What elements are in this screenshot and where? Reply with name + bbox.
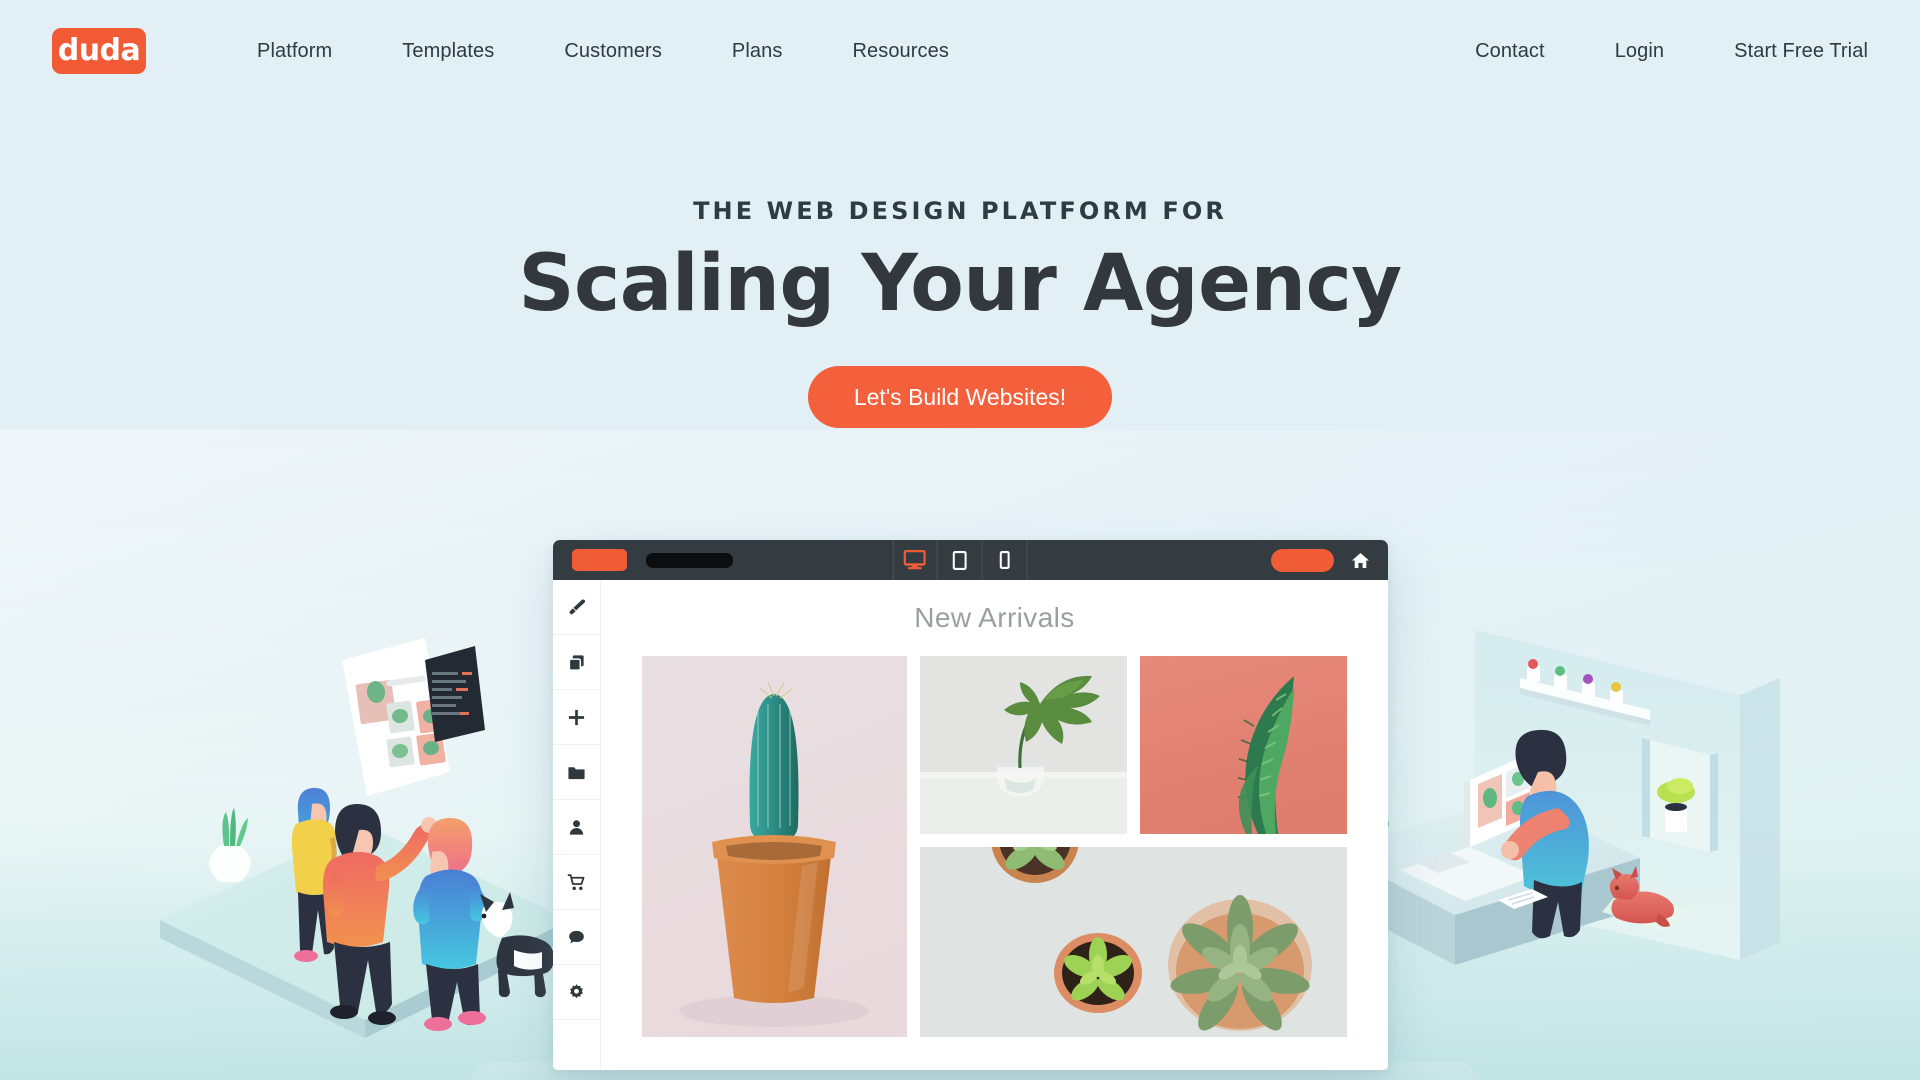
hero-section: THE WEB DESIGN PLATFORM FOR Scaling Your… bbox=[0, 102, 1920, 429]
mobile-icon bbox=[999, 551, 1010, 569]
website-editor-window: New Arrivals bbox=[553, 540, 1388, 1070]
editor-publish-button[interactable] bbox=[1271, 548, 1334, 572]
plus-icon bbox=[568, 709, 585, 725]
editor-primary-button[interactable] bbox=[572, 549, 627, 571]
editor-site-name-field bbox=[646, 552, 733, 568]
canvas-section-title: New Arrivals bbox=[914, 602, 1075, 633]
gear-icon bbox=[570, 983, 583, 998]
gallery-image-green-plant-salmon[interactable] bbox=[1140, 656, 1347, 834]
nav-item-resources[interactable]: Resources bbox=[817, 40, 984, 63]
sidebar-item-files[interactable] bbox=[553, 745, 600, 800]
chat-bubble-icon bbox=[569, 930, 584, 943]
gallery-image-monstera-leaf[interactable] bbox=[920, 656, 1127, 834]
build-websites-cta-button[interactable]: Let's Build Websites! bbox=[807, 366, 1113, 429]
duda-logo[interactable]: duda bbox=[52, 28, 146, 74]
device-mobile-button[interactable] bbox=[982, 540, 1028, 580]
desktop-icon bbox=[903, 550, 926, 570]
sidebar-item-settings[interactable] bbox=[553, 965, 600, 1020]
device-preview-switcher bbox=[892, 540, 1028, 580]
editor-toolbar-right bbox=[1271, 548, 1370, 572]
home-icon[interactable] bbox=[1351, 552, 1370, 569]
sidebar-item-add[interactable] bbox=[553, 690, 600, 745]
editor-toolbar bbox=[553, 540, 1388, 580]
tablet-icon bbox=[952, 550, 967, 570]
gallery-image-cactus[interactable] bbox=[642, 656, 907, 1037]
product-image-grid bbox=[635, 656, 1354, 1037]
shopping-cart-icon bbox=[567, 873, 585, 890]
primary-nav-links: Platform Templates Customers Plans Resou… bbox=[222, 40, 984, 63]
folder-icon bbox=[568, 766, 585, 779]
secondary-nav-links: Contact Login Start Free Trial bbox=[1440, 40, 1868, 63]
paintbrush-icon bbox=[569, 598, 586, 614]
layers-icon bbox=[568, 654, 584, 671]
nav-item-start-free-trial[interactable]: Start Free Trial bbox=[1699, 40, 1868, 63]
wall-alcove-with-plant bbox=[1642, 738, 1718, 852]
editor-sidebar bbox=[553, 580, 601, 1070]
sidebar-item-pages[interactable] bbox=[553, 635, 600, 690]
logo-text: duda bbox=[57, 33, 141, 68]
sidebar-item-design[interactable] bbox=[553, 580, 600, 635]
illustration-team-reviewing-mockup bbox=[130, 620, 590, 1080]
gallery-image-succulents[interactable] bbox=[920, 847, 1347, 1037]
sidebar-item-comments[interactable] bbox=[553, 910, 600, 965]
person-icon bbox=[569, 819, 584, 835]
nav-item-contact[interactable]: Contact bbox=[1440, 40, 1580, 63]
vase-with-plant bbox=[209, 808, 251, 882]
code-editor-panel bbox=[425, 646, 485, 742]
nav-item-templates[interactable]: Templates bbox=[367, 40, 529, 63]
hero-eyebrow: THE WEB DESIGN PLATFORM FOR bbox=[693, 197, 1227, 225]
editor-canvas: New Arrivals bbox=[601, 580, 1388, 1070]
editor-body: New Arrivals bbox=[553, 580, 1388, 1070]
main-navigation: duda Platform Templates Customers Plans … bbox=[0, 0, 1920, 102]
nav-item-customers[interactable]: Customers bbox=[529, 40, 697, 63]
nav-item-platform[interactable]: Platform bbox=[222, 40, 367, 63]
nav-item-login[interactable]: Login bbox=[1580, 40, 1699, 63]
device-tablet-button[interactable] bbox=[937, 540, 983, 580]
sidebar-item-members[interactable] bbox=[553, 800, 600, 855]
sidebar-item-store[interactable] bbox=[553, 855, 600, 910]
page-title: Scaling Your Agency bbox=[518, 239, 1402, 329]
illustration-designer-at-desk bbox=[1320, 600, 1820, 1080]
nav-item-plans[interactable]: Plans bbox=[697, 40, 818, 63]
device-desktop-button[interactable] bbox=[892, 540, 938, 580]
